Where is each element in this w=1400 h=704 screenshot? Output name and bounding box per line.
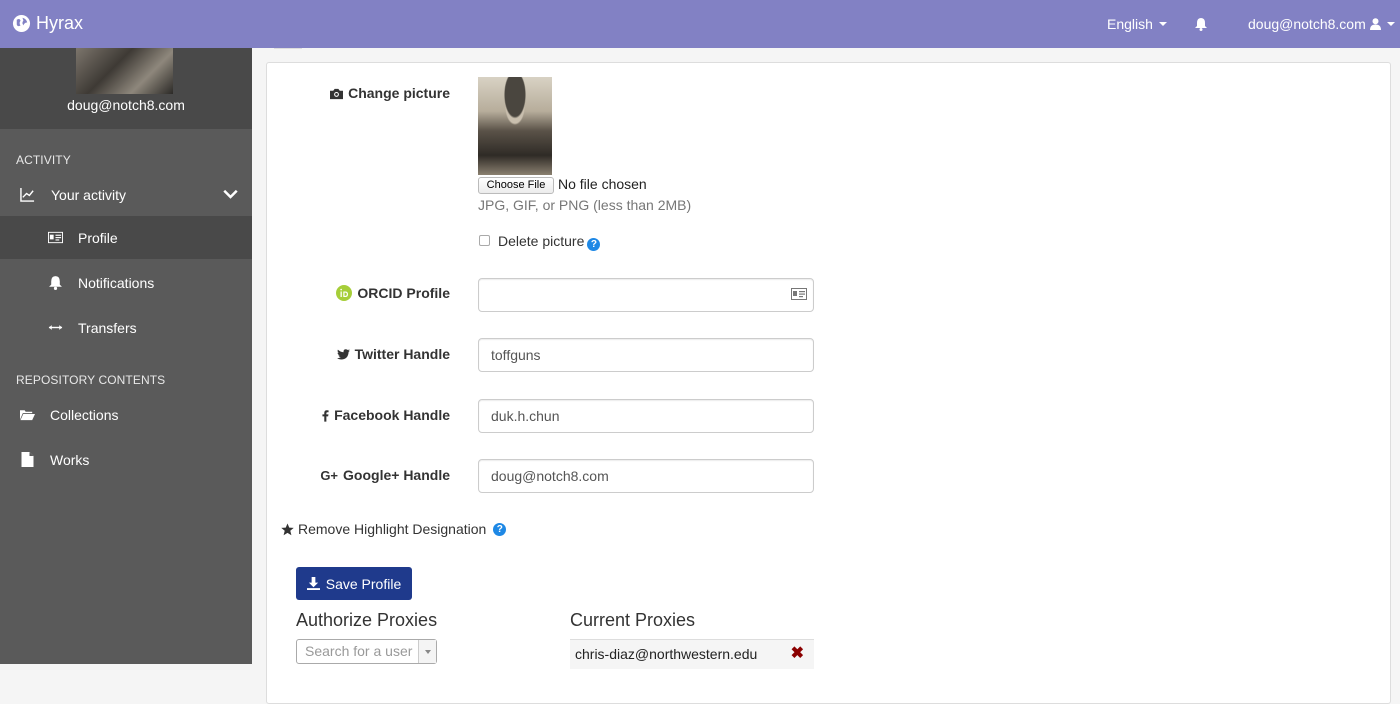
- tab-stub: [274, 46, 302, 49]
- caret-down-icon: [1386, 22, 1395, 26]
- camera-icon: [330, 88, 344, 99]
- delete-picture-checkbox[interactable]: [479, 235, 490, 246]
- remove-proxy-icon[interactable]: ✖: [791, 640, 804, 668]
- orcid-input[interactable]: [478, 278, 814, 312]
- sidebar-item-label: Notifications: [78, 274, 155, 291]
- notifications-link[interactable]: [1194, 0, 1208, 48]
- sidebar-user-box: doug@notch8.com: [0, 48, 252, 129]
- line-chart-icon: [20, 187, 35, 202]
- language-dropdown[interactable]: English: [1107, 0, 1167, 48]
- proxy-email: chris-diaz@northwestern.edu: [575, 646, 758, 662]
- facebook-handle-input[interactable]: duk.h.chun: [478, 399, 814, 433]
- star-icon: [281, 522, 294, 535]
- file-help-text: JPG, GIF, or PNG (less than 2MB): [478, 197, 692, 213]
- user-name: doug@notch8.com: [1248, 16, 1366, 32]
- avatar: [76, 48, 173, 94]
- proxy-row: chris-diaz@northwestern.edu ✖: [570, 639, 814, 669]
- sidebar-footer-space: [0, 664, 252, 704]
- authorize-proxies-title: Authorize Proxies: [296, 610, 438, 630]
- choose-file-button[interactable]: Choose File: [478, 177, 554, 194]
- google-plus-icon: G+: [320, 467, 339, 483]
- top-navbar: Hyrax English doug@notch8.com: [0, 0, 1400, 48]
- brand-name: Hyrax: [36, 13, 84, 33]
- dropdown-arrow-icon[interactable]: [418, 640, 436, 663]
- file-status: No file chosen: [558, 176, 647, 192]
- sidebar-item-profile[interactable]: Profile: [0, 216, 252, 259]
- orcid-icon: [336, 285, 353, 301]
- twitter-handle-input[interactable]: toffguns: [478, 338, 814, 372]
- id-card-icon: [791, 288, 807, 300]
- brand-link[interactable]: Hyrax: [12, 13, 83, 34]
- sidebar-item-label: Collections: [50, 406, 119, 423]
- google-plus-handle-input[interactable]: doug@notch8.com: [478, 459, 814, 493]
- sidebar: doug@notch8.com ACTIVITY Your activity P…: [0, 48, 252, 664]
- folder-open-icon: [20, 410, 35, 421]
- sidebar-item-notifications[interactable]: Notifications: [0, 261, 252, 304]
- caret-down-icon: [1158, 22, 1167, 26]
- twitter-label: Twitter Handle: [300, 346, 450, 362]
- twitter-icon: [336, 348, 350, 359]
- remove-highlight-toggle[interactable]: Remove Highlight Designation ?: [281, 521, 507, 537]
- download-icon: [306, 577, 320, 590]
- sidebar-item-works[interactable]: Works: [0, 438, 252, 481]
- sidebar-item-label: Works: [50, 451, 90, 468]
- user-icon: [1369, 18, 1381, 30]
- sidebar-item-your-activity[interactable]: Your activity: [0, 173, 252, 216]
- sidebar-item-label: Transfers: [78, 319, 137, 336]
- section-title-activity: ACTIVITY: [16, 153, 71, 167]
- profile-picture: [478, 77, 552, 175]
- question-circle-icon[interactable]: ?: [493, 522, 507, 536]
- section-title-repository: REPOSITORY CONTENTS: [16, 373, 166, 387]
- change-picture-label: Change picture: [300, 85, 450, 101]
- bell-icon: [49, 276, 62, 290]
- sidebar-item-label: Profile: [78, 229, 118, 246]
- sidebar-item-label: Your activity: [51, 186, 126, 203]
- bell-icon: [1195, 18, 1207, 31]
- question-circle-icon[interactable]: ?: [587, 238, 601, 251]
- facebook-label: Facebook Handle: [300, 407, 450, 423]
- chevron-down-icon: [223, 189, 238, 199]
- orcid-label: ORCID Profile: [300, 285, 450, 301]
- language-label: English: [1107, 16, 1153, 32]
- exchange-icon: [48, 325, 63, 330]
- globe-icon: [12, 14, 31, 33]
- profile-form-panel: [266, 62, 1391, 704]
- sidebar-user-email: doug@notch8.com: [67, 97, 185, 113]
- user-menu[interactable]: doug@notch8.com: [1248, 0, 1395, 48]
- save-profile-button[interactable]: Save Profile: [296, 567, 412, 600]
- sidebar-item-transfers[interactable]: Transfers: [0, 306, 252, 349]
- sidebar-item-collections[interactable]: Collections: [0, 393, 252, 436]
- delete-picture-label: Delete picture?: [498, 233, 601, 251]
- google-plus-label: G+ Google+ Handle: [320, 467, 450, 483]
- file-icon: [21, 452, 34, 467]
- current-proxies-title: Current Proxies: [570, 610, 696, 630]
- proxy-search-input[interactable]: Search for a user: [296, 639, 437, 664]
- facebook-icon: [322, 409, 329, 422]
- id-card-icon: [48, 231, 63, 244]
